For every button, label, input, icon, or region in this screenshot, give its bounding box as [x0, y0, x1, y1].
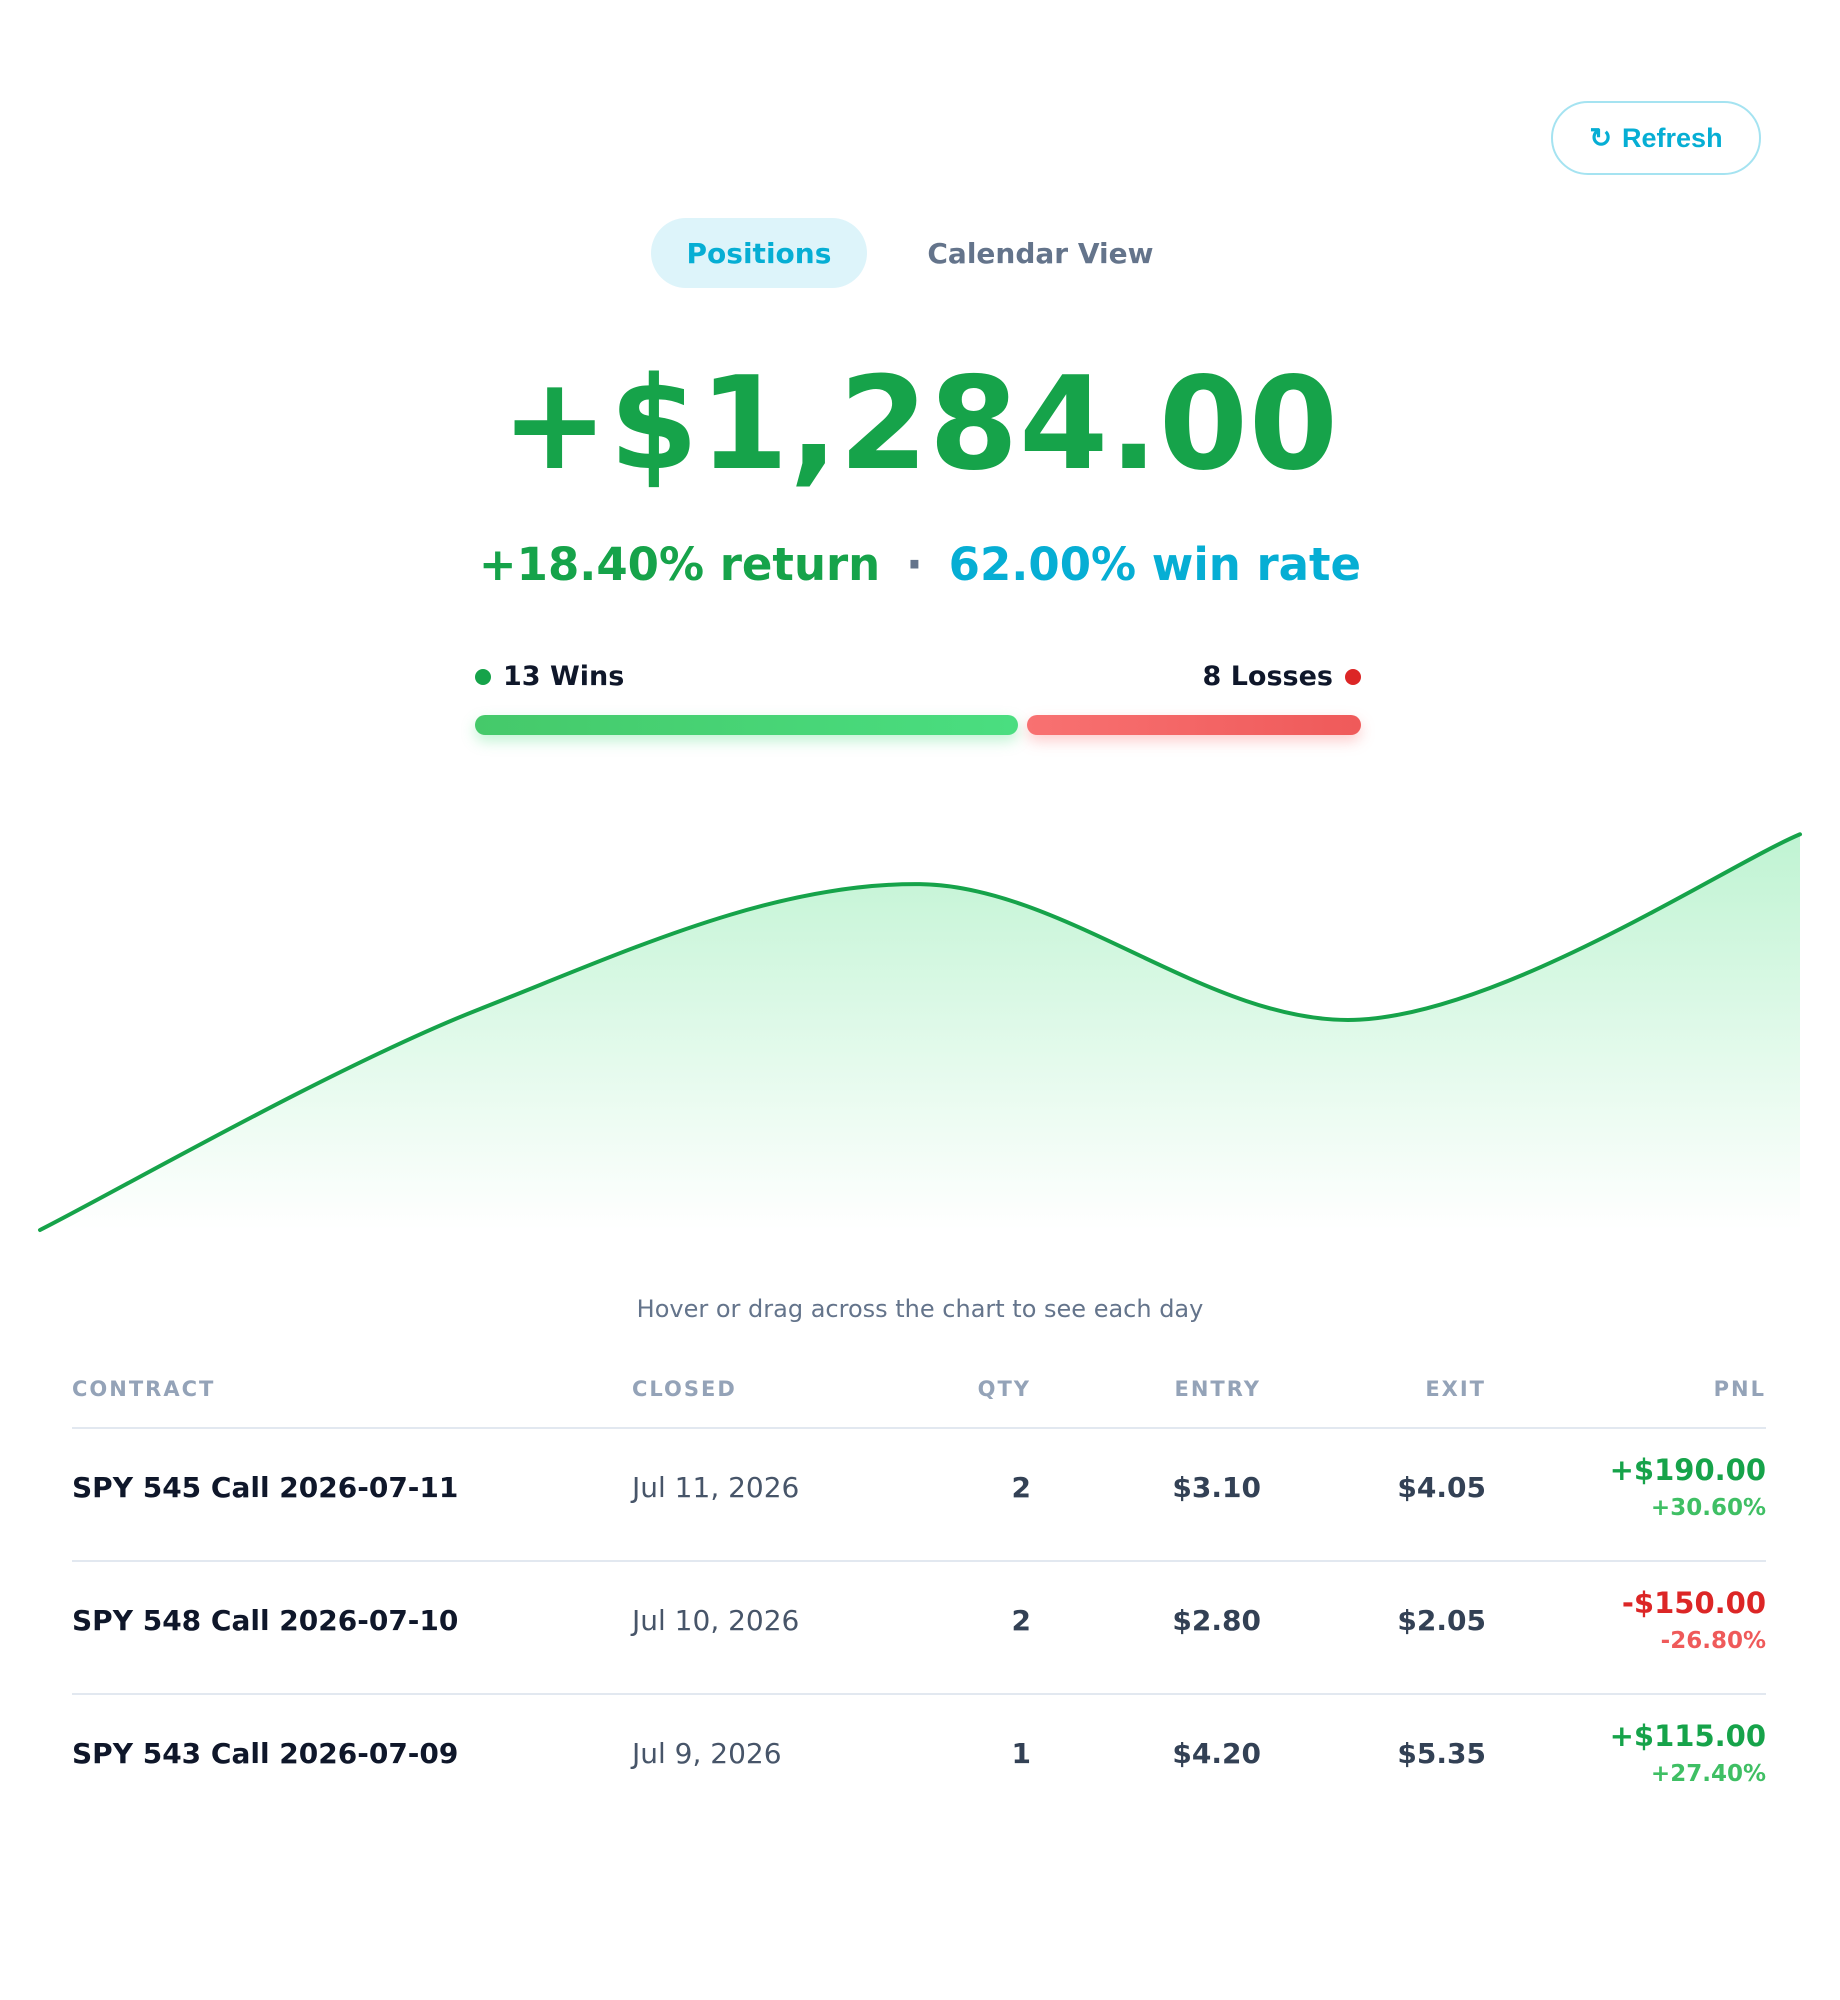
refresh-icon: ↻ — [1589, 122, 1613, 153]
table-header: CONTRACT CLOSED QTY ENTRY EXIT PNL — [72, 1365, 1766, 1429]
header-entry[interactable]: ENTRY — [1175, 1377, 1261, 1401]
table-row[interactable]: SPY 545 Call 2026-07-11 Jul 11, 2026 2 $… — [72, 1429, 1766, 1562]
header-closed[interactable]: CLOSED — [632, 1377, 737, 1401]
contract-name: SPY 545 Call 2026-07-11 — [72, 1471, 459, 1504]
separator: · — [905, 538, 923, 591]
entry-price: $3.10 — [1172, 1471, 1261, 1504]
losses-label-group: 8 Losses — [1203, 661, 1361, 692]
pnl-cell: -$150.00 -26.80% — [1622, 1586, 1766, 1654]
win-rate-text: 62.00% win rate — [948, 538, 1362, 591]
pnl-percent: +30.60% — [1650, 1495, 1766, 1521]
wins-bar — [475, 715, 1018, 735]
pnl-percent: -26.80% — [1660, 1628, 1766, 1654]
positions-table: CONTRACT CLOSED QTY ENTRY EXIT PNL SPY 5… — [72, 1365, 1766, 1826]
win-loss-summary: 13 Wins 8 Losses — [475, 655, 1361, 735]
wins-label-group: 13 Wins — [475, 661, 624, 692]
header-exit[interactable]: EXIT — [1425, 1377, 1486, 1401]
view-tabs: Positions Calendar View — [0, 218, 1840, 288]
tab-calendar-view[interactable]: Calendar View — [891, 218, 1189, 288]
equity-area — [40, 834, 1800, 1230]
pnl-cell: +$190.00 +30.60% — [1610, 1453, 1766, 1521]
pnl-percent: +27.40% — [1650, 1761, 1766, 1787]
quantity: 2 — [1011, 1604, 1031, 1637]
table-row[interactable]: SPY 543 Call 2026-07-09 Jul 9, 2026 1 $4… — [72, 1695, 1766, 1826]
entry-price: $4.20 — [1172, 1737, 1261, 1770]
wins-label: 13 Wins — [503, 661, 625, 692]
refresh-button[interactable]: ↻ Refresh — [1551, 101, 1761, 175]
exit-price: $4.05 — [1397, 1471, 1486, 1504]
pnl-amount: +$115.00 — [1609, 1719, 1766, 1753]
refresh-label: Refresh — [1622, 122, 1723, 153]
pnl-amount: +$190.00 — [1609, 1453, 1766, 1487]
losses-bar — [1027, 715, 1361, 735]
win-dot-icon — [475, 668, 491, 685]
losses-label: 8 Losses — [1202, 661, 1333, 692]
header-qty[interactable]: QTY — [978, 1377, 1031, 1401]
loss-dot-icon — [1345, 668, 1361, 685]
pnl-amount: -$150.00 — [1621, 1586, 1766, 1620]
exit-price: $5.35 — [1397, 1737, 1486, 1770]
equity-chart[interactable] — [0, 800, 1840, 1260]
header-contract[interactable]: CONTRACT — [72, 1377, 215, 1401]
summary-line: +18.40% return · 62.00% win rate — [0, 538, 1840, 591]
quantity: 1 — [1011, 1737, 1031, 1770]
closed-date: Jul 10, 2026 — [632, 1604, 800, 1637]
return-text: +18.40% return — [478, 538, 881, 591]
quantity: 2 — [1011, 1471, 1031, 1504]
closed-date: Jul 11, 2026 — [632, 1471, 800, 1504]
closed-date: Jul 9, 2026 — [632, 1737, 782, 1770]
entry-price: $2.80 — [1172, 1604, 1261, 1637]
exit-price: $2.05 — [1397, 1604, 1486, 1637]
table-row[interactable]: SPY 548 Call 2026-07-10 Jul 10, 2026 2 $… — [72, 1562, 1766, 1695]
chart-hint: Hover or drag across the chart to see ea… — [636, 1295, 1204, 1323]
header-pnl[interactable]: PNL — [1714, 1377, 1766, 1401]
pnl-cell: +$115.00 +27.40% — [1610, 1719, 1766, 1787]
contract-name: SPY 548 Call 2026-07-10 — [72, 1604, 459, 1637]
total-pnl: +$1,284.00 — [501, 350, 1339, 499]
contract-name: SPY 543 Call 2026-07-09 — [72, 1737, 459, 1770]
tab-positions[interactable]: Positions — [650, 218, 868, 288]
